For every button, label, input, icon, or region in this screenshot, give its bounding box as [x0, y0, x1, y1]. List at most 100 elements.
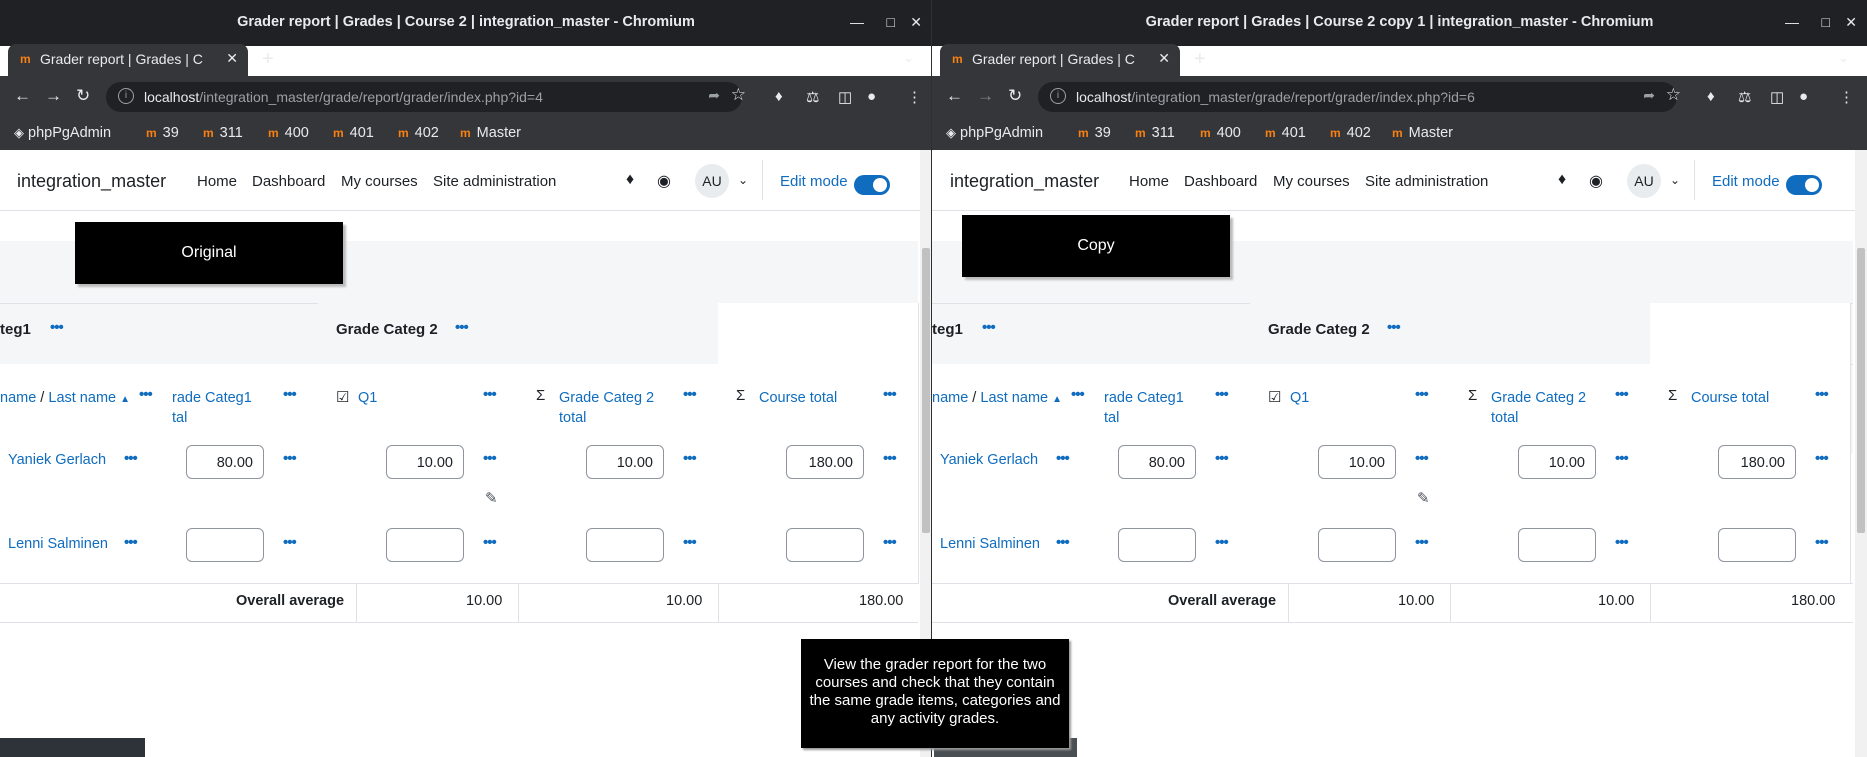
grade-input[interactable]: 180.00: [1718, 445, 1796, 479]
cell-actions-icon[interactable]: •••: [283, 534, 297, 551]
scrollbar-thumb[interactable]: [1857, 248, 1865, 533]
bookmark-311[interactable]: m 311: [1135, 125, 1175, 141]
forward-icon[interactable]: →: [977, 86, 994, 106]
tab-search-chevron-icon[interactable]: ⌄: [1838, 50, 1849, 66]
category-actions-icon[interactable]: •••: [982, 319, 996, 336]
menu-icon[interactable]: ⋮: [907, 88, 922, 106]
nav-my-courses[interactable]: My courses: [1273, 173, 1350, 190]
bookmark-402[interactable]: m 402: [1330, 125, 1371, 141]
column-actions-icon[interactable]: •••: [1815, 386, 1829, 403]
site-name[interactable]: integration_master: [950, 171, 1099, 192]
tab-close-icon[interactable]: ✕: [226, 50, 238, 67]
grade-input[interactable]: 180.00: [786, 445, 864, 479]
student-name-link[interactable]: Lenni Salminen: [940, 536, 1040, 552]
grade-input[interactable]: 80.00: [1118, 445, 1196, 479]
grade-input[interactable]: [1518, 528, 1596, 562]
new-tab-icon[interactable]: +: [262, 48, 274, 71]
menu-icon[interactable]: ⋮: [1839, 88, 1854, 106]
site-name[interactable]: integration_master: [17, 171, 166, 192]
extensions-icon[interactable]: ♦: [1707, 88, 1715, 105]
messages-icon[interactable]: ◉: [657, 171, 671, 191]
nav-home[interactable]: Home: [197, 173, 237, 190]
student-actions-icon[interactable]: •••: [1056, 450, 1070, 467]
side-panel-icon[interactable]: ◫: [1770, 88, 1784, 106]
cell-actions-icon[interactable]: •••: [1215, 534, 1229, 551]
column-actions-icon[interactable]: •••: [1071, 386, 1085, 403]
bookmark-311[interactable]: m 311: [203, 125, 243, 141]
cell-actions-icon[interactable]: •••: [1615, 534, 1629, 551]
site-info-icon[interactable]: i: [1050, 88, 1066, 104]
column-actions-icon[interactable]: •••: [683, 386, 697, 403]
flask-icon[interactable]: ⚖: [1738, 88, 1751, 106]
edit-mode-toggle[interactable]: [854, 175, 890, 195]
cell-actions-icon[interactable]: •••: [883, 450, 897, 467]
address-bar[interactable]: i localhost/integration_master/grade/rep…: [1038, 82, 1681, 112]
page-scrollbar[interactable]: [1855, 150, 1867, 757]
column-actions-icon[interactable]: •••: [483, 386, 497, 403]
grade-input[interactable]: [186, 528, 264, 562]
avatar[interactable]: AU: [695, 164, 729, 198]
category-actions-icon[interactable]: •••: [1387, 319, 1401, 336]
bookmark-39[interactable]: m 39: [1078, 125, 1111, 141]
student-actions-icon[interactable]: •••: [124, 534, 138, 551]
maximize-icon[interactable]: □: [1822, 14, 1830, 30]
column-actions-icon[interactable]: •••: [883, 386, 897, 403]
grade-input[interactable]: [786, 528, 864, 562]
forward-icon[interactable]: →: [45, 86, 62, 106]
q1-header[interactable]: Q1: [1290, 388, 1309, 408]
column-actions-icon[interactable]: •••: [1415, 386, 1429, 403]
cell-actions-icon[interactable]: •••: [1215, 450, 1229, 467]
close-icon[interactable]: ✕: [910, 14, 922, 31]
nav-dashboard[interactable]: Dashboard: [252, 173, 325, 190]
column-actions-icon[interactable]: •••: [1615, 386, 1629, 403]
cell-actions-icon[interactable]: •••: [1815, 450, 1829, 467]
edit-mode-toggle[interactable]: [1786, 175, 1822, 195]
bookmark-star-icon[interactable]: ☆: [1666, 85, 1681, 105]
edit-pencil-icon[interactable]: ✎: [485, 489, 498, 507]
grade-input[interactable]: 80.00: [186, 445, 264, 479]
cell-actions-icon[interactable]: •••: [483, 450, 497, 467]
minimize-icon[interactable]: —: [1785, 14, 1799, 30]
edit-pencil-icon[interactable]: ✎: [1417, 489, 1430, 507]
side-panel-icon[interactable]: ◫: [838, 88, 852, 106]
profile-icon[interactable]: ●: [867, 88, 876, 105]
nav-my-courses[interactable]: My courses: [341, 173, 418, 190]
new-tab-icon[interactable]: +: [1194, 48, 1206, 71]
user-menu-chevron-icon[interactable]: ⌄: [738, 173, 748, 187]
grade-input[interactable]: [586, 528, 664, 562]
minimize-icon[interactable]: —: [850, 14, 864, 30]
tab-close-icon[interactable]: ✕: [1158, 50, 1170, 67]
categ1-total-header[interactable]: rade Categ1 tal: [172, 388, 252, 428]
nav-home[interactable]: Home: [1129, 173, 1169, 190]
bookmark-39[interactable]: m 39: [146, 125, 179, 141]
bookmark-master[interactable]: m Master: [1392, 125, 1453, 141]
nav-site-administration[interactable]: Site administration: [1365, 173, 1488, 190]
cell-actions-icon[interactable]: •••: [1615, 450, 1629, 467]
grade-input[interactable]: [1718, 528, 1796, 562]
sort-header[interactable]: name / Last name ▲: [0, 388, 130, 410]
browser-tab[interactable]: m Grader report | Grades | C ✕: [8, 44, 248, 76]
notifications-bell-icon[interactable]: ♦: [626, 171, 634, 189]
messages-icon[interactable]: ◉: [1589, 171, 1603, 191]
reload-icon[interactable]: ↻: [76, 86, 90, 106]
bookmark-star-icon[interactable]: ☆: [731, 85, 746, 105]
cell-actions-icon[interactable]: •••: [683, 450, 697, 467]
course-total-header[interactable]: Course total: [759, 388, 837, 408]
flask-icon[interactable]: ⚖: [806, 88, 819, 106]
bookmark-401[interactable]: m 401: [1265, 125, 1306, 141]
notifications-bell-icon[interactable]: ♦: [1558, 171, 1566, 189]
bookmark-400[interactable]: m 400: [1200, 125, 1241, 141]
categ2-total-header[interactable]: Grade Categ 2 total: [559, 388, 654, 428]
column-actions-icon[interactable]: •••: [283, 386, 297, 403]
category-actions-icon[interactable]: •••: [50, 319, 64, 336]
cell-actions-icon[interactable]: •••: [483, 534, 497, 551]
cell-actions-icon[interactable]: •••: [883, 534, 897, 551]
student-actions-icon[interactable]: •••: [124, 450, 138, 467]
back-icon[interactable]: ←: [14, 86, 31, 106]
cell-actions-icon[interactable]: •••: [1415, 450, 1429, 467]
avatar[interactable]: AU: [1627, 164, 1661, 198]
profile-icon[interactable]: ●: [1799, 88, 1808, 105]
bookmark-401[interactable]: m 401: [333, 125, 374, 141]
course-total-header[interactable]: Course total: [1691, 388, 1769, 408]
site-info-icon[interactable]: i: [118, 88, 134, 104]
